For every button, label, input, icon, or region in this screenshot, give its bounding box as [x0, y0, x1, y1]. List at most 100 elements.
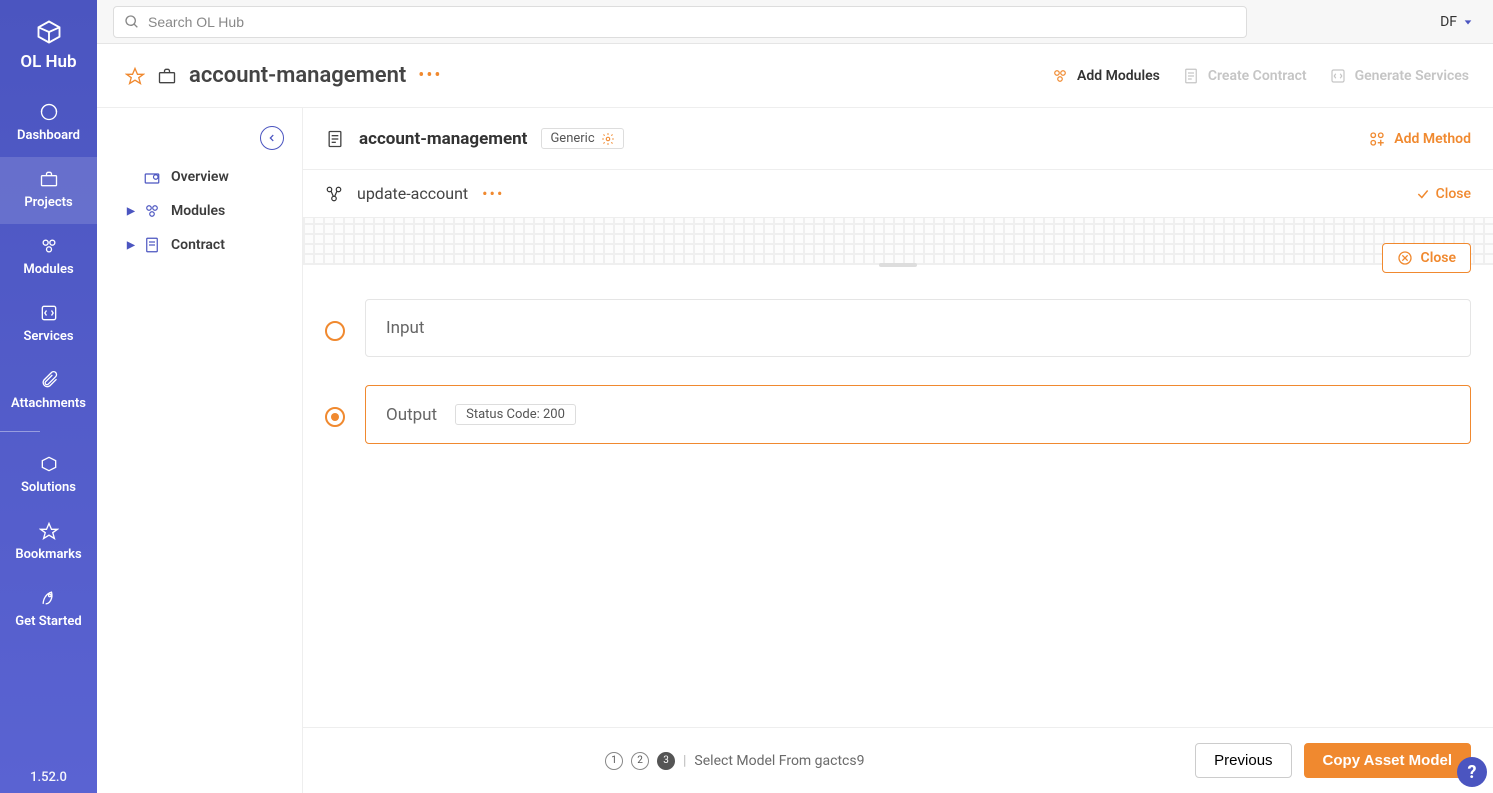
caret-right-icon[interactable]: ▶	[127, 206, 135, 217]
panel-close-button[interactable]: Close	[1382, 243, 1471, 273]
method-close-link[interactable]: Close	[1416, 186, 1471, 202]
add-method-button[interactable]: Add Method	[1368, 130, 1471, 148]
add-modules-button[interactable]: Add Modules	[1051, 67, 1160, 85]
rocket-icon	[39, 588, 59, 608]
help-button[interactable]: ?	[1457, 757, 1487, 787]
page-actions: Add Modules Create Contract Generate Ser…	[1051, 67, 1469, 85]
user-menu[interactable]: DF	[1440, 14, 1473, 30]
generate-services-label: Generate Services	[1355, 68, 1469, 84]
tree-item-overview[interactable]: Overview	[97, 160, 292, 194]
sidebar-item-label: Projects	[24, 195, 72, 210]
sidebar-item-label: Services	[23, 329, 73, 344]
sidebar-item-label: Modules	[23, 262, 73, 277]
create-contract-button[interactable]: Create Contract	[1182, 67, 1307, 85]
briefcase-icon	[39, 169, 59, 189]
input-row: Input	[325, 299, 1471, 357]
method-name: update-account	[357, 184, 468, 203]
sidebar-item-dashboard[interactable]: Dashboard	[0, 90, 97, 157]
step-indicator: 1 2 3 | Select Model From gactcs9	[605, 752, 864, 770]
footer-buttons: Previous Copy Asset Model	[1195, 743, 1471, 778]
method-icon	[325, 185, 343, 203]
sidebar: OL Hub Dashboard Projects Modules Servic…	[0, 0, 97, 793]
output-row: Output Status Code: 200	[325, 385, 1471, 444]
close-label: Close	[1436, 186, 1471, 202]
tree-item-contract[interactable]: ▶ Contract	[97, 228, 292, 262]
brand-name: OL Hub	[20, 52, 76, 72]
add-method-icon	[1368, 130, 1386, 148]
output-label: Output	[386, 405, 437, 425]
close-circle-icon	[1397, 250, 1413, 266]
sidebar-item-bookmarks[interactable]: Bookmarks	[0, 509, 97, 576]
help-icon: ?	[1468, 762, 1477, 783]
module-header: account-management Generic Add Method	[303, 108, 1493, 169]
sidebar-item-services[interactable]: Services	[0, 291, 97, 358]
project-more-icon[interactable]: •••	[418, 65, 442, 86]
method-row: update-account ••• Close	[303, 169, 1493, 218]
method-more-icon[interactable]: •••	[482, 184, 504, 203]
sidebar-item-label: Bookmarks	[15, 547, 81, 562]
module-doc-icon	[325, 129, 345, 149]
tree-panel: Overview ▶ Modules ▶ Contract	[97, 108, 303, 793]
step-3-icon[interactable]: 3	[657, 752, 675, 770]
output-radio[interactable]	[325, 407, 345, 427]
main-content: account-management Generic Add Method up…	[303, 108, 1493, 727]
module-type-chip[interactable]: Generic	[541, 128, 623, 149]
wizard-footer: 1 2 3 | Select Model From gactcs9 Previo…	[303, 727, 1493, 793]
step-divider: |	[683, 753, 686, 769]
tree-item-label: Modules	[171, 203, 225, 219]
input-radio[interactable]	[325, 321, 345, 341]
copy-asset-model-button[interactable]: Copy Asset Model	[1304, 743, 1471, 778]
panel-close-label: Close	[1421, 250, 1456, 266]
output-card[interactable]: Output Status Code: 200	[365, 385, 1471, 444]
contract-icon	[143, 236, 161, 254]
sidebar-item-attachments[interactable]: Attachments	[0, 358, 97, 425]
create-contract-label: Create Contract	[1208, 68, 1307, 84]
star-icon	[39, 521, 59, 541]
tree-item-modules[interactable]: ▶ Modules	[97, 194, 292, 228]
project-title: account-management	[189, 63, 406, 88]
generate-services-button[interactable]: Generate Services	[1329, 67, 1469, 85]
modules-icon	[39, 236, 59, 256]
page-header: account-management ••• Add Modules Creat…	[97, 44, 1493, 108]
sidebar-item-label: Get Started	[15, 614, 81, 629]
search-input[interactable]	[148, 14, 1236, 30]
search-icon	[124, 14, 140, 30]
input-label: Input	[386, 318, 425, 338]
chip-label: Generic	[550, 131, 594, 146]
project-icon	[157, 66, 177, 86]
search-box[interactable]	[113, 6, 1247, 38]
tree-item-label: Contract	[171, 237, 225, 253]
top-bar: DF	[97, 0, 1493, 44]
generate-services-icon	[1329, 67, 1347, 85]
services-icon	[39, 303, 59, 323]
sidebar-nav: Dashboard Projects Modules Services Atta…	[0, 90, 97, 643]
caret-right-icon[interactable]: ▶	[127, 240, 135, 251]
step-1-icon[interactable]: 1	[605, 752, 623, 770]
step-2-icon[interactable]: 2	[631, 752, 649, 770]
step-label: Select Model From gactcs9	[694, 753, 864, 769]
overview-icon	[143, 168, 161, 186]
module-title: account-management	[359, 129, 527, 149]
sidebar-item-modules[interactable]: Modules	[0, 224, 97, 291]
favorite-star-icon[interactable]	[125, 66, 145, 86]
gear-icon	[601, 132, 615, 146]
sidebar-item-label: Dashboard	[17, 128, 80, 143]
previous-button[interactable]: Previous	[1195, 743, 1291, 778]
version-label: 1.52.0	[30, 770, 67, 793]
sidebar-item-get-started[interactable]: Get Started	[0, 576, 97, 643]
add-method-label: Add Method	[1394, 131, 1471, 147]
solutions-icon	[39, 454, 59, 474]
add-modules-label: Add Modules	[1077, 68, 1160, 84]
check-icon	[1416, 187, 1430, 201]
status-code-chip: Status Code: 200	[455, 404, 576, 425]
sidebar-item-solutions[interactable]: Solutions	[0, 442, 97, 509]
sidebar-item-label: Attachments	[11, 396, 86, 411]
io-cards: Input Output Status Code: 200	[303, 273, 1493, 444]
dashboard-icon	[39, 102, 59, 122]
sidebar-item-projects[interactable]: Projects	[0, 157, 97, 224]
input-card[interactable]: Input	[365, 299, 1471, 357]
close-button-row: Close	[303, 243, 1493, 273]
sidebar-item-label: Solutions	[21, 480, 76, 495]
paperclip-icon	[39, 370, 59, 390]
collapse-panel-button[interactable]	[260, 126, 284, 150]
